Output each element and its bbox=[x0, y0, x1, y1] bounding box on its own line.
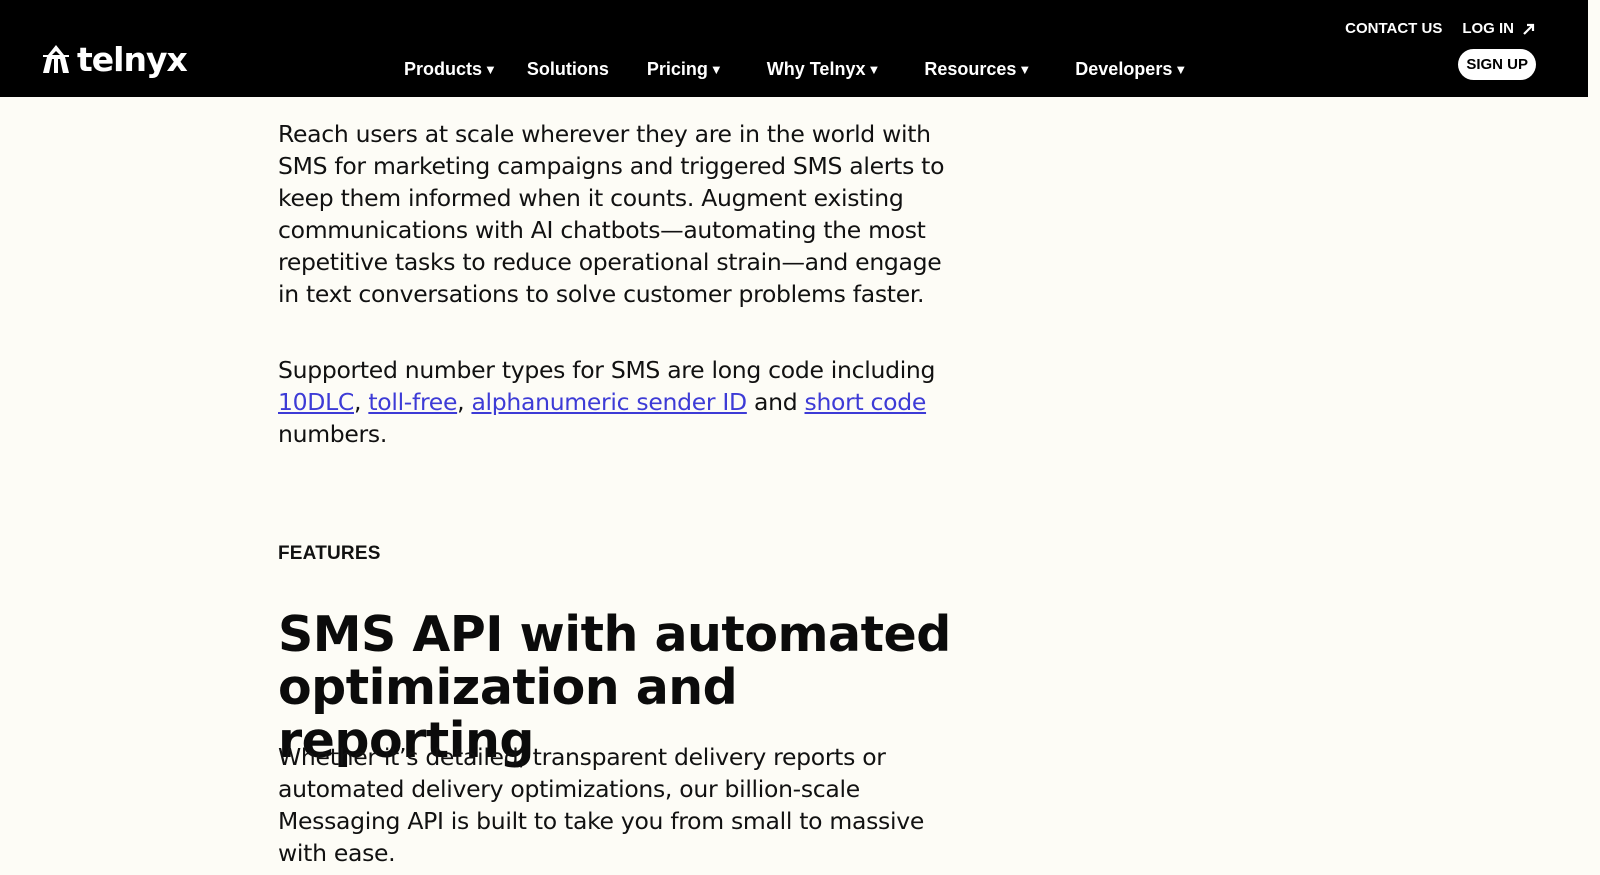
brand-wordmark: telnyx bbox=[77, 40, 188, 79]
telnyx-logo-icon bbox=[43, 45, 69, 73]
intro-paragraph: Reach users at scale wherever they are i… bbox=[278, 120, 945, 308]
log-in-label: LOG IN bbox=[1462, 20, 1514, 37]
link-10dlc[interactable]: 10DLC bbox=[278, 388, 354, 416]
nav-item-why-telnyx[interactable]: Why Telnyx ▼ bbox=[767, 59, 881, 80]
nav-item-resources[interactable]: Resources ▼ bbox=[924, 59, 1031, 80]
caret-down-icon: ▼ bbox=[1174, 61, 1188, 77]
section-description: Whether it’s detailed, transparent deliv… bbox=[278, 743, 924, 867]
separator: , bbox=[457, 388, 472, 416]
telnyx-logo[interactable]: telnyx bbox=[39, 40, 188, 79]
link-alphanumeric-sender-id[interactable]: alphanumeric sender ID bbox=[471, 388, 747, 416]
link-toll-free[interactable]: toll-free bbox=[368, 388, 457, 416]
page-scrollbar[interactable] bbox=[1588, 0, 1600, 875]
sign-up-button[interactable]: SIGN UP bbox=[1458, 49, 1536, 80]
number-types-suffix: numbers. bbox=[278, 420, 388, 448]
nav-item-solutions[interactable]: Solutions bbox=[527, 59, 609, 80]
nav-label: Developers bbox=[1075, 58, 1173, 79]
nav-item-pricing[interactable]: Pricing ▼ bbox=[647, 59, 723, 80]
conjunction: and bbox=[746, 388, 805, 416]
caret-down-icon: ▼ bbox=[867, 61, 881, 77]
number-types-prefix: Supported number types for SMS are long … bbox=[278, 356, 936, 384]
nav-label: Resources bbox=[924, 58, 1017, 79]
log-in-link[interactable]: LOG IN bbox=[1462, 20, 1536, 37]
caret-down-icon: ▼ bbox=[484, 61, 497, 77]
nav-label: Why Telnyx bbox=[766, 58, 866, 79]
utility-links: CONTACT US LOG IN bbox=[1345, 20, 1536, 37]
number-types-paragraph: Supported number types for SMS are long … bbox=[278, 354, 958, 450]
nav-label: Solutions bbox=[526, 58, 609, 79]
site-header: telnyx Products ▼ Solutions Pricing ▼ Why … bbox=[0, 0, 1588, 97]
separator: , bbox=[354, 388, 369, 416]
link-short-code[interactable]: short code bbox=[805, 388, 927, 416]
caret-down-icon: ▼ bbox=[1018, 61, 1032, 77]
nav-item-developers[interactable]: Developers ▼ bbox=[1075, 59, 1187, 80]
section-eyebrow: FEATURES bbox=[278, 543, 381, 564]
nav-item-products[interactable]: Products ▼ bbox=[404, 59, 497, 80]
external-arrow-icon bbox=[1523, 23, 1535, 35]
main-nav: Products ▼ Solutions Pricing ▼ Why Telnyx ▼… bbox=[404, 57, 1187, 81]
contact-us-link[interactable]: CONTACT US bbox=[1345, 20, 1442, 37]
nav-label: Pricing bbox=[646, 58, 708, 79]
nav-label: Products bbox=[404, 58, 483, 79]
caret-down-icon: ▼ bbox=[709, 61, 723, 77]
